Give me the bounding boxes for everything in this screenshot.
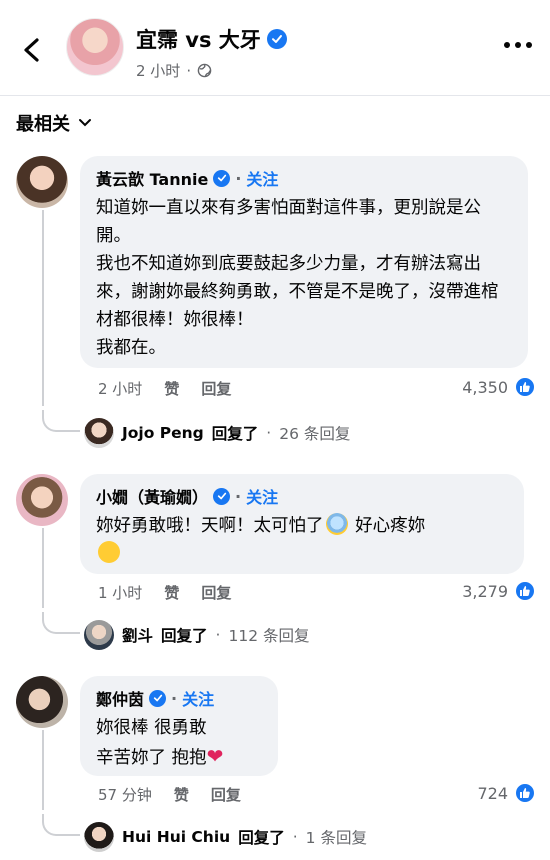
- reply-author: Jojo Peng: [122, 424, 204, 442]
- thread-connector: [42, 814, 80, 836]
- page-title-text: 宜霈 vs 大牙: [136, 28, 261, 52]
- sort-label: 最相关: [16, 114, 70, 135]
- reply-count-sep: ·: [266, 424, 272, 442]
- reply-verb: 回复了: [161, 627, 208, 645]
- comment-text-part: 妳好勇敢哦！天啊！太可怕了: [96, 516, 324, 536]
- reaction-count[interactable]: 3,279: [462, 580, 536, 602]
- thread-connector: [42, 410, 80, 432]
- comment-avatar[interactable]: [16, 474, 68, 526]
- thread-line: [42, 730, 44, 810]
- comment-text: 知道妳一直以來有多害怕面對這件事，更別說是公開。 我也不知道妳到底要鼓起多少力量…: [96, 198, 499, 358]
- name-separator: ·: [235, 486, 242, 506]
- post-header: 宜霈 vs 大牙 2 小时 ·: [0, 0, 550, 96]
- verified-badge-icon: [149, 689, 167, 707]
- back-button[interactable]: [14, 30, 50, 70]
- like-button[interactable]: 赞: [164, 378, 179, 399]
- reply-button[interactable]: 回复: [211, 784, 241, 805]
- name-separator: ·: [235, 168, 242, 188]
- thread-connector: [42, 612, 80, 634]
- reply-count-sep: ·: [292, 828, 298, 846]
- comment-avatar[interactable]: [16, 676, 68, 728]
- post-time[interactable]: 2 小时: [136, 60, 180, 81]
- reaction-count[interactable]: 4,350: [462, 376, 536, 398]
- comment-time[interactable]: 1 小时: [98, 582, 142, 603]
- view-replies[interactable]: Hui Hui Chiu 回复了 · 1 条回复: [84, 822, 367, 852]
- comment-actions: 57 分钟 赞 回复: [98, 784, 241, 805]
- follow-button[interactable]: 关注: [246, 484, 278, 508]
- commenter-name[interactable]: 小嫺（黃瑜嫺）: [96, 484, 208, 508]
- comment-bubble: 小嫺（黃瑜嫺） · 关注 妳好勇敢哦！天啊！太可怕了 好心疼妳: [80, 474, 524, 574]
- reaction-count[interactable]: 724: [477, 782, 536, 804]
- flushed-emoji-icon: [98, 541, 120, 563]
- comment-actions: 2 小时 赞 回复: [98, 378, 231, 399]
- like-button[interactable]: 赞: [174, 784, 189, 805]
- reply-button[interactable]: 回复: [201, 378, 231, 399]
- commenter-name[interactable]: 鄭仲茵: [96, 686, 144, 710]
- reply-avatar: [84, 620, 114, 650]
- reply-verb: 回复了: [211, 425, 259, 443]
- chevron-down-icon: [79, 119, 91, 127]
- reply-count: 1 条回复: [305, 829, 367, 847]
- page-title[interactable]: 宜霈 vs 大牙: [136, 24, 287, 54]
- comment-time[interactable]: 2 小时: [98, 378, 142, 399]
- comment-text-part: 好心疼妳: [349, 516, 426, 536]
- comment-bubble: 黃云歆 Tannie · 关注 知道妳一直以來有多害怕面對這件事，更別說是公開。…: [80, 156, 528, 368]
- comment-time[interactable]: 57 分钟: [98, 784, 152, 805]
- verified-badge-icon: [213, 487, 231, 505]
- sort-dropdown[interactable]: 最相关: [16, 110, 92, 136]
- reply-avatar: [84, 418, 114, 448]
- reply-author: 劉斗: [122, 627, 154, 645]
- comment-avatar[interactable]: [16, 156, 68, 208]
- reply-button[interactable]: 回复: [201, 582, 231, 603]
- like-reaction-icon: [514, 782, 536, 804]
- like-reaction-icon: [514, 376, 536, 398]
- more-dots-icon[interactable]: [504, 42, 532, 48]
- commenter-name[interactable]: 黃云歆 Tannie: [96, 166, 208, 190]
- comment-text: 妳很棒 很勇敢 辛苦妳了 抱抱❤: [96, 714, 264, 772]
- reaction-number: 3,279: [462, 581, 508, 601]
- post-meta: 2 小时 ·: [136, 60, 212, 81]
- view-replies[interactable]: 劉斗 回复了 · 112 条回复: [84, 620, 309, 650]
- meta-separator: ·: [186, 61, 192, 80]
- comment-text-line: 辛苦妳了 抱抱: [96, 748, 207, 768]
- reply-avatar: [84, 822, 114, 852]
- reply-count-sep: ·: [215, 626, 221, 644]
- globe-icon: [197, 63, 212, 78]
- comment-text: 妳好勇敢哦！天啊！太可怕了 好心疼妳: [96, 512, 510, 568]
- thread-line: [42, 210, 44, 406]
- reply-verb: 回复了: [238, 829, 285, 847]
- thread-line: [42, 528, 44, 608]
- reply-author: Hui Hui Chiu: [122, 828, 231, 846]
- view-replies[interactable]: Jojo Peng 回复了 · 26 条回复: [84, 418, 350, 448]
- back-arrow-icon: [24, 38, 39, 62]
- follow-button[interactable]: 关注: [182, 686, 214, 710]
- reply-count: 26 条回复: [279, 425, 351, 443]
- like-reaction-icon: [514, 580, 536, 602]
- reaction-number: 724: [477, 783, 508, 803]
- verified-badge-icon: [266, 29, 287, 49]
- comment-text-line: 妳很棒 很勇敢: [96, 718, 207, 738]
- reaction-number: 4,350: [462, 377, 508, 397]
- verified-badge-icon: [213, 169, 231, 187]
- page-avatar[interactable]: [66, 18, 124, 76]
- follow-button[interactable]: 关注: [246, 166, 278, 190]
- reply-count: 112 条回复: [228, 627, 310, 645]
- scream-emoji-icon: [325, 513, 348, 535]
- heart-emoji-icon: ❤: [206, 744, 224, 768]
- comment-bubble: 鄭仲茵 · 关注 妳很棒 很勇敢 辛苦妳了 抱抱❤: [80, 676, 278, 776]
- like-button[interactable]: 赞: [164, 582, 179, 603]
- name-separator: ·: [171, 688, 178, 708]
- comment-actions: 1 小时 赞 回复: [98, 582, 231, 603]
